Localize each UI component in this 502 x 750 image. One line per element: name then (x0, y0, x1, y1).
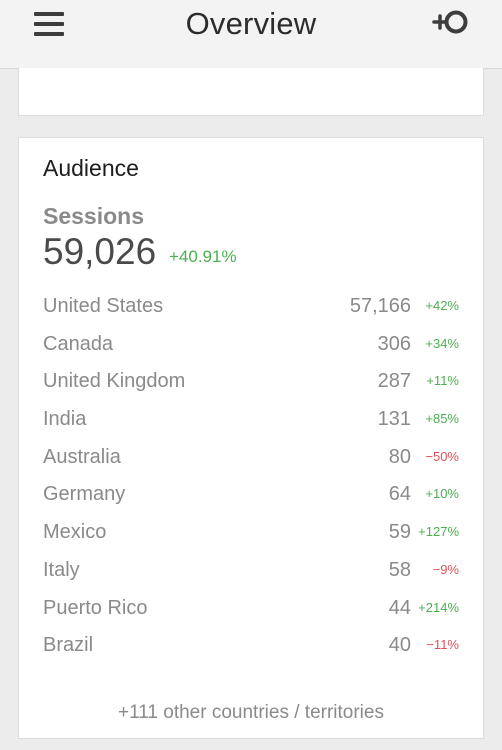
country-sessions: 40 (388, 634, 411, 657)
country-name: United Kingdom (43, 370, 186, 393)
country-sessions: 44 (388, 596, 411, 619)
page-title: Overview (185, 6, 317, 41)
country-sessions: 287 (377, 370, 411, 393)
country-change: +34% (425, 335, 459, 351)
country-change: +85% (425, 411, 459, 427)
country-change: −11% (426, 637, 459, 653)
add-circle-icon[interactable] (432, 8, 472, 38)
country-row-canada[interactable]: Canada 306 +34% (43, 325, 463, 363)
country-change: +214% (418, 599, 459, 615)
country-row-united-kingdom[interactable]: United Kingdom 287 +11% (43, 362, 463, 400)
sessions-change: +40.91% (169, 247, 237, 266)
country-name: Germany (43, 483, 126, 506)
country-name: Puerto Rico (43, 596, 148, 619)
country-row-united-states[interactable]: United States 57,166 +42% (43, 287, 463, 325)
country-sessions: 64 (388, 483, 411, 506)
country-change: −50% (425, 448, 459, 464)
country-sessions: 57,166 (349, 295, 411, 317)
country-name: Australia (43, 445, 121, 468)
card-title: Audience (43, 155, 139, 181)
country-sessions: 306 (377, 332, 411, 355)
country-sessions: 80 (388, 445, 411, 468)
country-name: Brazil (43, 634, 94, 657)
app-header: Overview (0, 0, 502, 69)
country-row-germany[interactable]: Germany 64 +10% (43, 475, 463, 513)
country-row-australia[interactable]: Australia 80 −50% (43, 438, 463, 476)
country-change: +10% (425, 486, 459, 502)
country-sessions: 59 (388, 521, 411, 544)
country-list: United States 57,166 +42% Canada 306 +34… (43, 287, 463, 664)
country-sessions: 58 (388, 558, 411, 581)
country-name: Canada (43, 332, 114, 355)
country-row-brazil[interactable]: Brazil 40 −11% (43, 626, 463, 664)
other-countries-link[interactable]: +111 other countries / territories (19, 701, 483, 725)
country-row-italy[interactable]: Italy 58 −9% (43, 551, 463, 589)
sessions-label: Sessions (43, 203, 144, 229)
country-change: +11% (426, 373, 459, 389)
country-row-puerto-rico[interactable]: Puerto Rico 44 +214% (43, 589, 463, 627)
audience-card: Audience Sessions 59,026 +40.91% United … (18, 137, 484, 739)
country-name: Italy (43, 558, 80, 581)
country-name: Mexico (43, 521, 107, 544)
country-sessions: 131 (377, 408, 411, 431)
country-change: +127% (418, 524, 459, 540)
country-change: +42% (425, 298, 459, 313)
country-change: −9% (432, 561, 459, 577)
country-row-india[interactable]: India 131 +85% (43, 400, 463, 438)
country-name: India (43, 408, 87, 431)
country-row-mexico[interactable]: Mexico 59 +127% (43, 513, 463, 551)
country-name: United States (43, 295, 164, 317)
previous-card (18, 68, 484, 116)
sessions-value: 59,026 (43, 231, 157, 272)
